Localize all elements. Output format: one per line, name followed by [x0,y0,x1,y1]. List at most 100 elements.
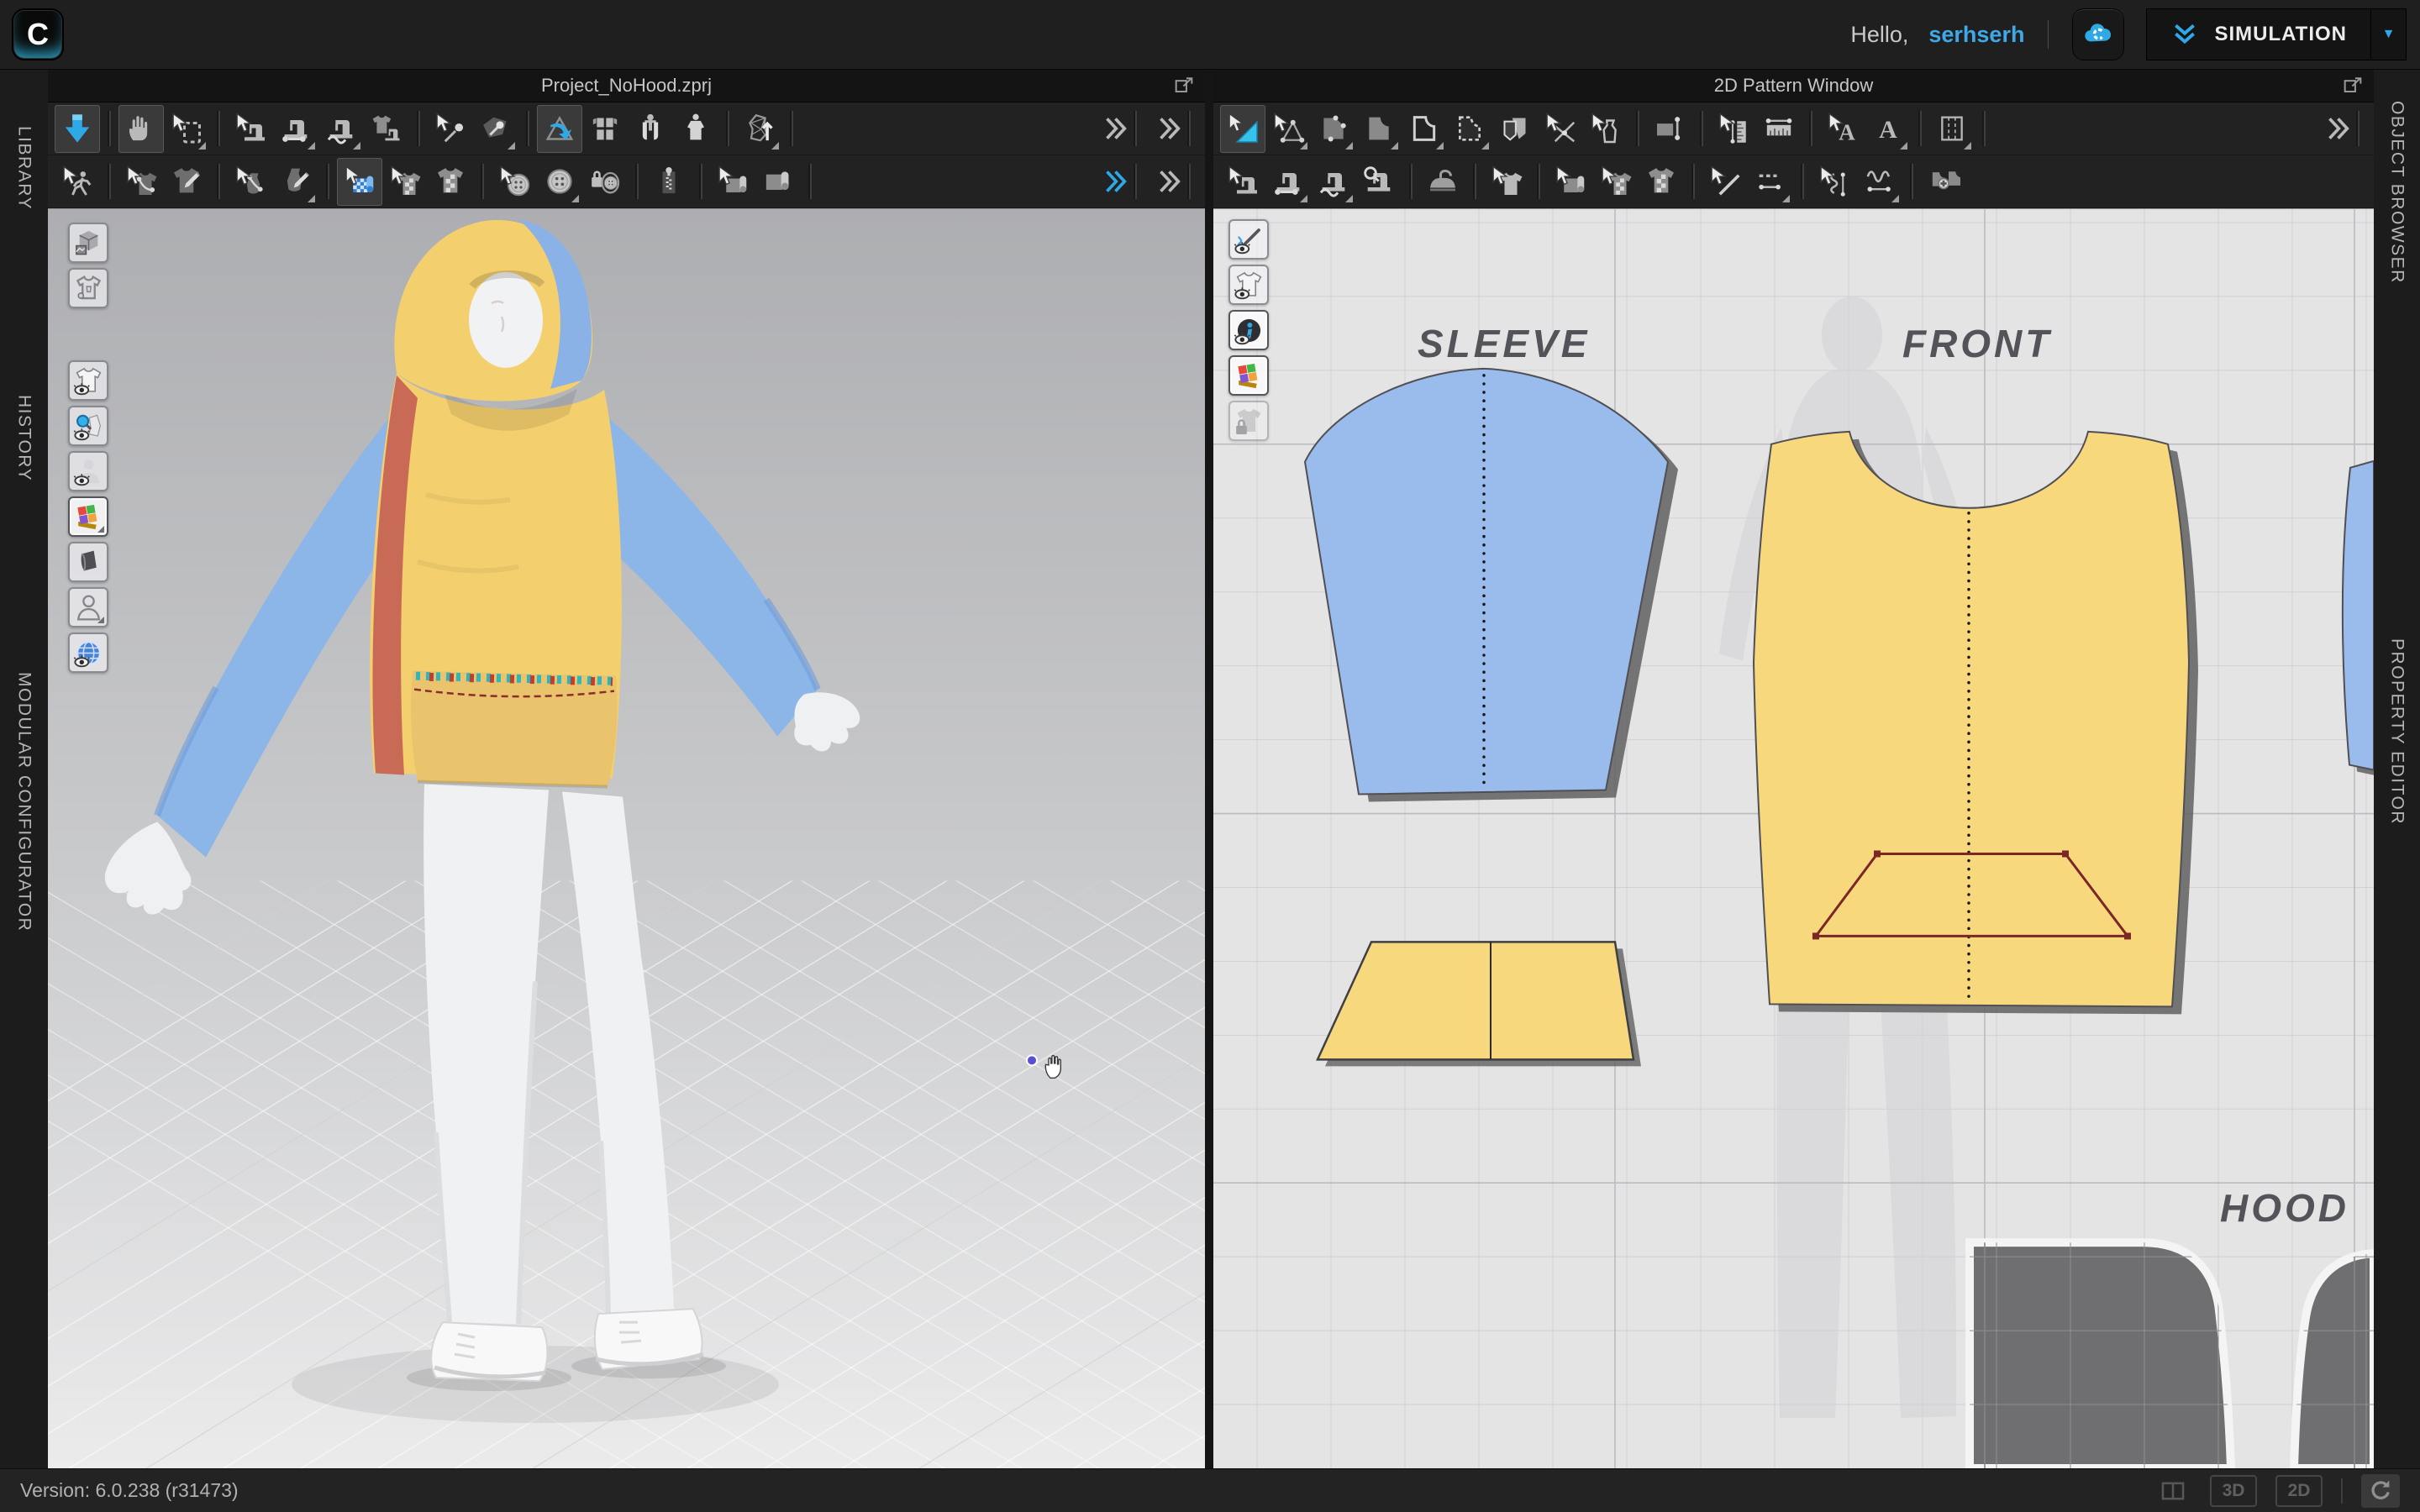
3d-window-popout-button[interactable] [1171,74,1197,99]
simulation-mode-button[interactable]: SIMULATION [2147,9,2370,60]
more-tools-button[interactable] [1144,158,1180,206]
edit-garment-texture-button[interactable] [382,158,428,206]
rail-tab-history[interactable]: HISTORY [14,395,34,481]
arrangement-points-button[interactable] [582,105,628,153]
curve-sewing-button[interactable] [318,105,364,153]
sew-garment-button[interactable] [364,105,409,153]
show-avatar-toggle[interactable] [68,451,108,491]
garment-texture-button[interactable] [1639,158,1684,206]
dress-avatar-button[interactable] [673,105,718,153]
more-tools-button[interactable] [1091,158,1126,206]
rail-tab-modular-configurator[interactable]: MODULAR CONFIGURATOR [14,672,34,932]
pattern-draft-button[interactable] [1583,105,1628,153]
edit-shirring-button[interactable] [1812,158,1857,206]
edit-measurement-button[interactable] [1711,105,1756,153]
free-sewing-button[interactable] [1311,158,1356,206]
split-view-button[interactable] [2154,1476,2191,1506]
button-kind-button[interactable] [537,158,582,206]
pin-to-3d-button[interactable] [473,105,518,153]
drape-garment-button[interactable] [628,105,673,153]
avatar[interactable] [105,219,860,1381]
trace-pattern-button[interactable] [1447,105,1492,153]
edit-fabric-button[interactable] [1548,158,1593,206]
reset-view-button[interactable] [2361,1474,2400,1508]
2d-viewport[interactable]: SLEEVE FRONT HOOD [1213,208,2374,1468]
baseline-button[interactable] [1748,158,1793,206]
clone-pattern-button[interactable] [1921,158,1966,206]
edit-garment-curve-button[interactable] [118,158,164,206]
show-pattern-toggle[interactable] [68,406,108,446]
edit-fabric-roll-button[interactable] [710,158,755,206]
edit-garment-texture-button[interactable] [1593,158,1639,206]
avatar-motion-button[interactable] [55,158,100,206]
draw-avatar-line-button[interactable] [273,158,318,206]
mesh-quality-button[interactable] [737,105,782,153]
fabric-roll-button[interactable] [755,158,801,206]
2d-canvas[interactable]: SLEEVE FRONT HOOD [1213,209,2374,1468]
edit-text-button[interactable] [1820,105,1865,153]
lock-pattern-toggle[interactable] [1228,401,1269,441]
front-pattern[interactable] [1754,432,2198,1015]
garment-fit-map-toggle[interactable] [68,268,108,308]
3d-viewport[interactable] [48,208,1205,1468]
show-info-toggle[interactable] [1228,310,1269,350]
transform-pattern-button[interactable] [1220,105,1265,153]
shirring-button[interactable] [1857,158,1902,206]
show-garment-toggle[interactable] [68,360,108,401]
edit-pattern-button[interactable] [1265,105,1311,153]
show-sewing-toggle[interactable] [1228,219,1269,260]
button-tool-button[interactable] [492,158,537,206]
edit-sewing-button[interactable] [1220,158,1265,206]
select-garment-button[interactable] [1484,158,1529,206]
steam-iron-button[interactable] [1420,158,1465,206]
select-move-button[interactable] [118,105,164,153]
garment-texture-button[interactable] [428,158,473,206]
3d-canvas[interactable] [48,209,1205,1468]
edit-texture-button[interactable] [337,158,382,206]
add-point-button[interactable] [1356,105,1402,153]
pocket-pattern[interactable] [1318,942,1641,1066]
draw-garment-line-button[interactable] [164,158,209,206]
rail-tab-property-editor[interactable]: PROPERTY EDITOR [2387,638,2407,825]
cut-and-sew-button[interactable] [1538,105,1583,153]
3d-view-toggle[interactable]: 3D [2210,1475,2257,1507]
sleeve-pattern[interactable] [1305,369,1678,802]
reset-2d-arrangement-button[interactable] [537,105,582,153]
pin-button[interactable] [428,105,473,153]
edit-avatar-curve-button[interactable] [228,158,273,206]
avatar-display-toggle[interactable] [68,587,108,627]
rectangle-selection-button[interactable] [164,105,209,153]
show-garment-toggle[interactable] [1228,265,1269,305]
render-style-toggle[interactable] [68,223,108,263]
mode-dropdown-caret[interactable]: ▼ [2370,9,2406,60]
username-link[interactable]: serhserh [1928,22,2024,48]
pleats-button[interactable] [1929,105,1975,153]
rail-tab-library[interactable]: LIBRARY [14,126,34,210]
show-environment-toggle[interactable] [68,633,108,673]
edit-curvature-button[interactable] [1311,105,1356,153]
grading-button[interactable] [1647,105,1692,153]
clo-cloud-button[interactable] [2072,8,2124,60]
pattern-outline-button[interactable] [1402,105,1447,153]
segment-sewing-button[interactable] [228,105,273,153]
colorways-toggle[interactable] [1228,355,1269,396]
rail-tab-object-browser[interactable]: OBJECT BROWSER [2387,101,2407,284]
check-sewing-button[interactable] [1356,158,1402,206]
more-tools-button[interactable] [1144,105,1180,153]
2d-window-titlebar[interactable]: 2D Pattern Window [1213,70,2374,102]
show-fabric-toggle[interactable] [68,542,108,582]
segment-sewing-button[interactable] [1265,158,1311,206]
app-logo[interactable]: C [13,10,62,59]
simulate-button[interactable] [55,105,100,153]
more-tools-button[interactable] [1091,105,1126,153]
3d-window-titlebar[interactable]: Project_NoHood.zprj [48,70,1205,102]
zipper-button[interactable] [646,158,692,206]
2d-window-popout-button[interactable] [2340,74,2365,99]
sleeve2-pattern[interactable] [2343,461,2374,777]
buttonhole-button[interactable] [582,158,628,206]
measure-button[interactable] [1756,105,1802,153]
more-tools-button[interactable] [2313,105,2349,153]
seam-allowance-button[interactable] [1492,105,1538,153]
free-sewing-button[interactable] [273,105,318,153]
colorways-toggle[interactable] [68,496,108,537]
